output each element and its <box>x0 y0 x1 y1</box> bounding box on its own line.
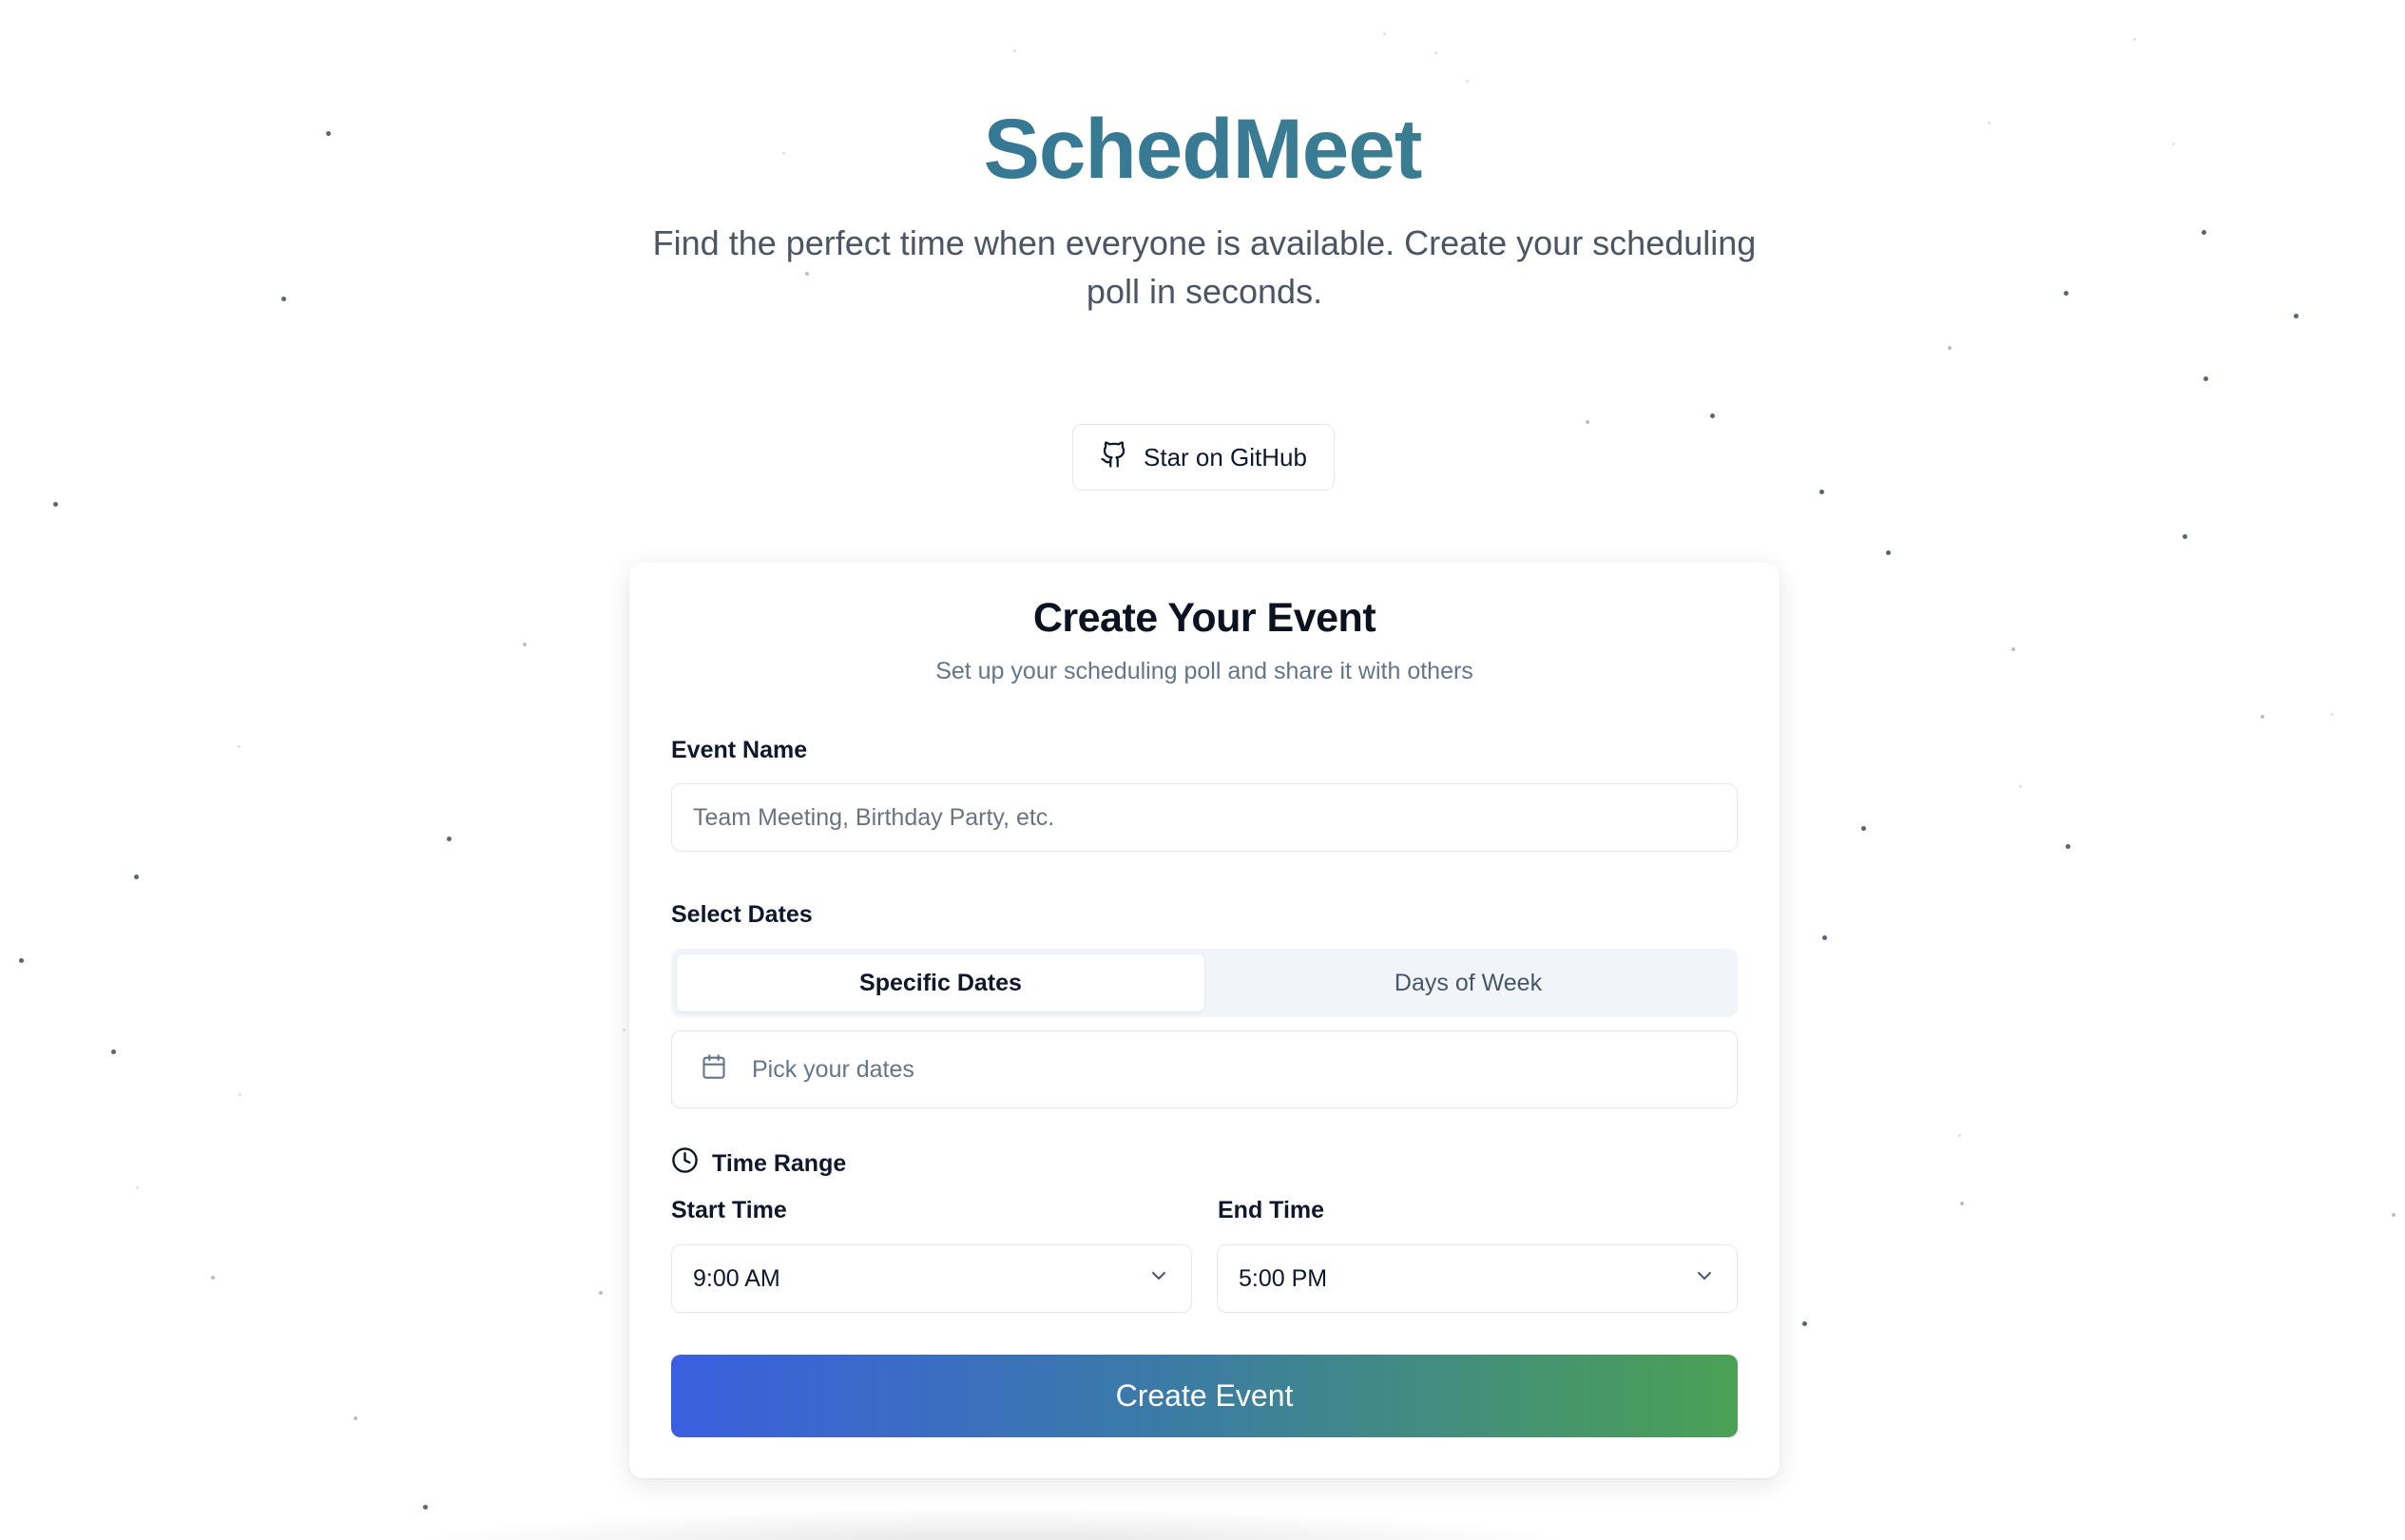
create-event-button[interactable]: Create Event <box>671 1355 1738 1437</box>
time-range-label: Time Range <box>712 1149 847 1177</box>
date-picker-placeholder: Pick your dates <box>752 1055 914 1083</box>
create-event-card: Create Your Event Set up your scheduling… <box>629 563 1780 1478</box>
chevron-down-icon <box>1147 1264 1170 1294</box>
start-time-select[interactable]: 9:00 AM <box>671 1244 1192 1313</box>
end-time-select[interactable]: 5:00 PM <box>1217 1244 1738 1313</box>
card-ground-shadow <box>399 1507 1587 1540</box>
star-on-github-label: Star on GitHub <box>1144 442 1307 472</box>
tab-specific-dates[interactable]: Specific Dates <box>677 954 1204 1011</box>
start-time-value: 9:00 AM <box>693 1264 780 1292</box>
clock-icon <box>671 1146 699 1181</box>
start-time-label: Start Time <box>671 1197 787 1223</box>
github-icon <box>1100 440 1128 475</box>
select-dates-label: Select Dates <box>671 901 813 928</box>
app-tagline: Find the perfect time when everyone is a… <box>652 223 1757 311</box>
tab-days-of-week[interactable]: Days of Week <box>1204 954 1732 1011</box>
star-on-github-button[interactable]: Star on GitHub <box>1072 424 1335 491</box>
calendar-icon <box>701 1053 727 1087</box>
date-picker-button[interactable]: Pick your dates <box>671 1030 1738 1108</box>
chevron-down-icon <box>1693 1264 1716 1294</box>
end-time-value: 5:00 PM <box>1239 1264 1328 1292</box>
end-time-label: End Time <box>1218 1197 1325 1223</box>
time-range-heading: Time Range <box>671 1146 846 1181</box>
event-name-input[interactable] <box>671 783 1738 852</box>
page: SchedMeet Find the perfect time when eve… <box>0 0 2405 1540</box>
card-title: Create Your Event <box>1032 595 1376 641</box>
card-subtitle: Set up your scheduling poll and share it… <box>935 658 1473 684</box>
app-title: SchedMeet <box>0 100 2405 198</box>
event-name-label: Event Name <box>671 737 808 763</box>
date-mode-tabs: Specific Dates Days of Week <box>671 949 1738 1017</box>
